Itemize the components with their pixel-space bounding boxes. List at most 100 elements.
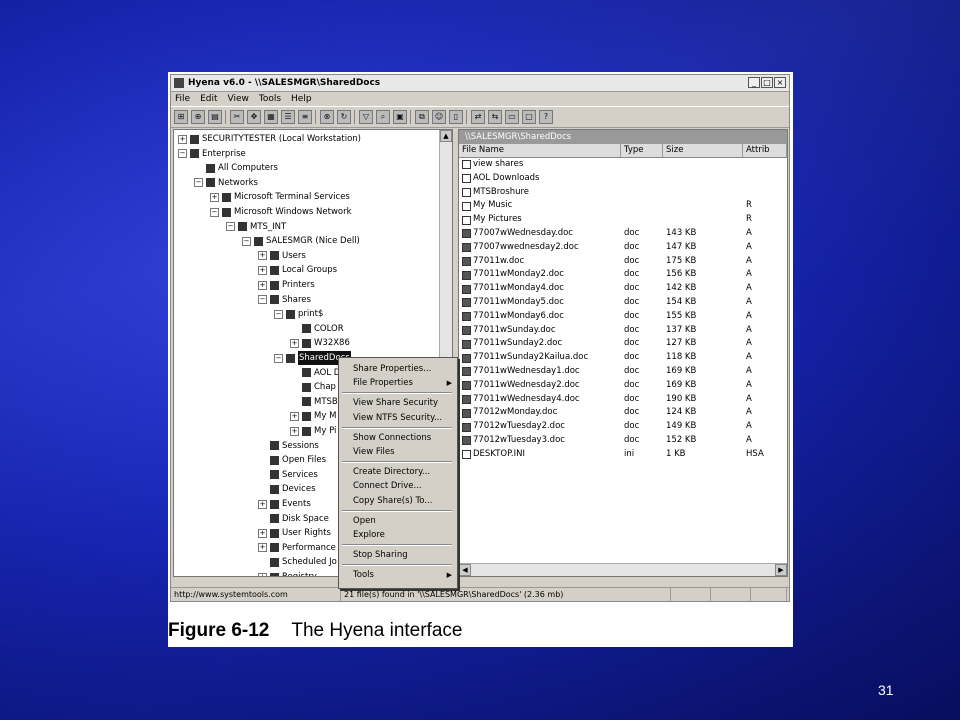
file-row[interactable]: AOL Downloads [459, 172, 787, 186]
collapse-icon[interactable]: − [242, 236, 251, 246]
column-attrib[interactable]: Attrib [743, 144, 787, 157]
expand-icon[interactable]: + [258, 265, 267, 275]
properties-icon[interactable]: ▣ [393, 110, 407, 124]
collapse-icon[interactable]: − [258, 295, 267, 305]
file-row[interactable]: 77011wMonday2.doc doc 156 KB A [459, 268, 787, 282]
context-menu-item[interactable]: Copy Share(s) To... [339, 494, 457, 508]
file-row[interactable]: 77011wSunday.doc doc 137 KB A [459, 324, 787, 338]
menu-tools[interactable]: Tools [259, 94, 281, 104]
expand-icon[interactable]: + [290, 411, 299, 421]
file-row[interactable]: 77012wTuesday3.doc doc 152 KB A [459, 434, 787, 448]
context-menu-item[interactable]: Show Connections [339, 431, 457, 445]
file-row[interactable]: 77011wSunday2Kailua.doc doc 118 KB A [459, 351, 787, 365]
copy-icon[interactable]: ⧉ [415, 110, 429, 124]
help-icon[interactable]: ? [539, 110, 553, 124]
context-menu-item[interactable]: Tools ▶ [339, 568, 457, 582]
tree-item[interactable]: + Users [258, 249, 306, 263]
file-row[interactable]: 77007wWednesday.doc doc 143 KB A [459, 227, 787, 241]
context-menu-item[interactable]: Create Directory... [339, 465, 457, 479]
tree-item[interactable]: + My M [290, 409, 336, 423]
file-row[interactable]: 77012wMonday.doc doc 124 KB A [459, 406, 787, 420]
tree-item[interactable]: − MTS_INT [226, 220, 286, 234]
connect-icon[interactable]: ⇄ [471, 110, 485, 124]
tree-item[interactable]: + SECURITYTESTER (Local Workstation) [178, 132, 361, 146]
tree-icon[interactable]: ⊞ [174, 110, 188, 124]
document-icon[interactable]: ▯ [449, 110, 463, 124]
cut-icon[interactable]: ✂ [230, 110, 244, 124]
context-menu-item[interactable]: Open [339, 514, 457, 528]
tree-item[interactable]: Open Files [258, 453, 326, 467]
scroll-right-icon[interactable]: ▶ [775, 564, 787, 576]
tree-item[interactable]: − SALESMGR (Nice Dell) [242, 234, 360, 248]
tree-item[interactable]: MTSB [290, 395, 338, 409]
minimize-button[interactable]: _ [748, 77, 760, 88]
expand-icon[interactable]: + [258, 543, 267, 553]
share-icon[interactable]: ⇆ [488, 110, 502, 124]
file-row[interactable]: 77011wWednesday4.doc doc 190 KB A [459, 393, 787, 407]
scroll-left-icon[interactable]: ◀ [459, 564, 471, 576]
tree-item[interactable]: + Performance [258, 541, 336, 555]
tree-item[interactable]: − Shares [258, 293, 311, 307]
tree-item[interactable]: + Local Groups [258, 263, 337, 277]
menu-help[interactable]: Help [291, 94, 312, 104]
expand-icon[interactable]: + [290, 426, 299, 436]
tree-item[interactable]: Devices [258, 482, 316, 496]
tree-item[interactable]: − print$ [274, 307, 323, 321]
menu-edit[interactable]: Edit [200, 94, 217, 104]
tree-item[interactable]: All Computers [194, 161, 278, 175]
file-row[interactable]: DESKTOP.INI ini 1 KB HSA [459, 448, 787, 462]
tree-item[interactable]: + Registry [258, 570, 317, 576]
tree-item[interactable]: Services [258, 468, 318, 482]
collapse-icon[interactable]: − [274, 309, 283, 319]
expand-icon[interactable]: + [178, 134, 187, 144]
filter-icon[interactable]: ▽ [359, 110, 373, 124]
horizontal-scrollbar[interactable]: ◀ ▶ [459, 563, 787, 576]
tree-item[interactable]: COLOR [290, 322, 344, 336]
column-type[interactable]: Type [621, 144, 663, 157]
move-icon[interactable]: ✥ [247, 110, 261, 124]
context-menu-item[interactable]: View NTFS Security... [339, 411, 457, 425]
expand-icon[interactable]: + [258, 499, 267, 509]
file-row[interactable]: My Music R [459, 199, 787, 213]
close-button[interactable]: × [774, 77, 786, 88]
tree-item[interactable]: − Networks [194, 176, 258, 190]
tree-item[interactable]: Scheduled Jo [258, 555, 337, 569]
find-icon[interactable]: ⌕ [376, 110, 390, 124]
column-size[interactable]: Size [663, 144, 743, 157]
column-file-name[interactable]: File Name [459, 144, 621, 157]
tree-item[interactable]: Chap [290, 380, 336, 394]
context-menu-item[interactable]: Share Properties... [339, 362, 457, 376]
file-row[interactable]: 77011wMonday6.doc doc 155 KB A [459, 310, 787, 324]
tree-item[interactable]: AOL D [290, 366, 340, 380]
tree-item[interactable]: Sessions [258, 439, 319, 453]
small-icons-icon[interactable]: ▦ [264, 110, 278, 124]
list-view-icon[interactable]: ☰ [281, 110, 295, 124]
collapse-icon[interactable]: − [194, 178, 203, 188]
expand-icon[interactable]: + [258, 572, 267, 576]
file-row[interactable]: 77011wSunday2.doc doc 127 KB A [459, 337, 787, 351]
details-view-icon[interactable]: ≡ [298, 110, 312, 124]
collapse-icon[interactable]: − [210, 207, 219, 217]
tree-item[interactable]: − Microsoft Windows Network [210, 205, 352, 219]
file-row[interactable]: 77007wwednesday2.doc doc 147 KB A [459, 241, 787, 255]
expand-icon[interactable]: + [258, 280, 267, 290]
file-row[interactable]: 77011w.doc doc 175 KB A [459, 255, 787, 269]
context-menu-item[interactable]: File Properties ▶ [339, 376, 457, 390]
tree-item[interactable]: − Enterprise [178, 147, 246, 161]
context-menu-item[interactable]: Stop Sharing [339, 548, 457, 562]
file-row[interactable]: MTSBroshure [459, 186, 787, 200]
file-row[interactable]: 77011wWednesday2.doc doc 169 KB A [459, 379, 787, 393]
file-row[interactable]: My Pictures R [459, 213, 787, 227]
refresh-icon[interactable]: ↻ [337, 110, 351, 124]
file-row[interactable]: 77011wMonday5.doc doc 154 KB A [459, 296, 787, 310]
file-row[interactable]: 77012wTuesday2.doc doc 149 KB A [459, 420, 787, 434]
print-icon[interactable]: ▤ [208, 110, 222, 124]
expand-icon[interactable]: + [290, 338, 299, 348]
collapse-icon[interactable]: − [274, 353, 283, 363]
menu-view[interactable]: View [228, 94, 249, 104]
expand-icon[interactable]: + [210, 192, 219, 202]
tree-item[interactable]: Disk Space [258, 512, 329, 526]
expand-icon[interactable]: + [258, 251, 267, 261]
display-icon[interactable]: ▢ [522, 110, 536, 124]
context-menu-item[interactable]: View Files [339, 445, 457, 459]
